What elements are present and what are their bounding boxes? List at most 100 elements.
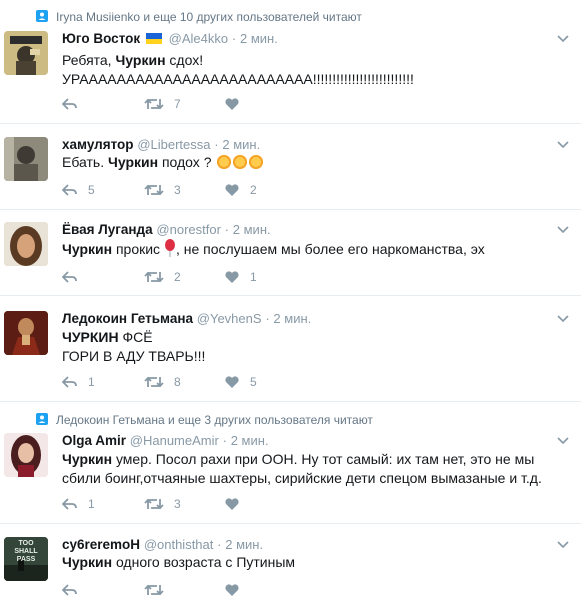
- tweet-text-part: прокис: [112, 241, 161, 257]
- avatar-caption: TOO SHALL PASS: [14, 540, 38, 563]
- person-icon: [36, 413, 48, 425]
- reply-icon: [61, 271, 77, 283]
- timestamp[interactable]: 2 мин.: [231, 433, 269, 448]
- like-button[interactable]: [224, 496, 250, 514]
- timestamp[interactable]: 2 мин.: [233, 222, 271, 237]
- timestamp[interactable]: 2 мин.: [240, 31, 278, 46]
- like-count: 5: [250, 374, 257, 389]
- timestamp[interactable]: 2 мин.: [273, 311, 311, 326]
- tweet[interactable]: TOO SHALL PASS су6reremoH @onthisthat · …: [0, 524, 581, 599]
- reply-button[interactable]: 1: [61, 374, 95, 392]
- reply-count: 1: [88, 496, 95, 511]
- reply-icon: [61, 498, 77, 510]
- timestamp[interactable]: 2 мин.: [225, 537, 263, 552]
- highlight-term: Чуркин: [115, 52, 166, 68]
- reply-button[interactable]: 5: [61, 182, 95, 200]
- user-name[interactable]: хамулятор: [62, 137, 134, 152]
- user-name[interactable]: Ёвая Луганда: [62, 222, 153, 237]
- sun-emoji-icon: [249, 155, 264, 169]
- user-name[interactable]: Ледокоин Гетьмана: [62, 311, 193, 326]
- reply-button[interactable]: [61, 269, 88, 287]
- tweet[interactable]: хамулятор @Libertessa · 2 мин. Ебать. Чу…: [0, 124, 581, 210]
- tweet-text-part: , не послушаем мы более его наркоманства…: [175, 241, 485, 257]
- highlight-term: Чуркин: [62, 451, 113, 467]
- tweet-text-part: Ебать.: [62, 154, 108, 170]
- tweet-text-line: ГОРИ В АДУ ТВАРЬ!!!: [62, 348, 206, 364]
- tweet-header: Юго Восток @Ale4kko · 2 мин.: [62, 31, 278, 46]
- separator: ·: [214, 137, 219, 152]
- tweet[interactable]: Ёвая Луганда @norestfor · 2 мин. Чуркин …: [0, 210, 581, 296]
- avatar[interactable]: [4, 137, 48, 181]
- avatar[interactable]: [4, 311, 48, 355]
- avatar[interactable]: [4, 433, 48, 477]
- context-text[interactable]: Iryna Musiienko и еще 10 других пользова…: [56, 10, 362, 24]
- chevron-down-icon[interactable]: [557, 315, 569, 323]
- retweet-icon: [144, 98, 164, 110]
- user-handle[interactable]: @HanumeAmir: [130, 433, 219, 448]
- timestamp[interactable]: 2 мин.: [222, 137, 260, 152]
- chevron-down-icon[interactable]: [557, 226, 569, 234]
- tweet-text-part: Ребята,: [62, 52, 116, 68]
- tweet-context: Ледокоин Гетьмана и еще 3 других пользов…: [36, 413, 373, 427]
- retweet-button[interactable]: 3: [144, 496, 181, 514]
- reply-count: 5: [88, 182, 95, 197]
- chevron-down-icon[interactable]: [557, 437, 569, 445]
- chevron-down-icon[interactable]: [557, 141, 569, 149]
- like-button[interactable]: [224, 582, 250, 600]
- like-button[interactable]: 2: [224, 182, 257, 200]
- retweet-icon: [144, 271, 164, 283]
- sun-emoji-icon: [233, 155, 248, 169]
- tweet-header: су6reremoH @onthisthat · 2 мин.: [62, 537, 263, 552]
- tweet[interactable]: Iryna Musiienko и еще 10 других пользова…: [0, 0, 581, 124]
- reply-button[interactable]: [61, 96, 88, 114]
- user-handle[interactable]: @Ale4kko: [169, 31, 228, 46]
- tweet-actions: 7: [61, 96, 362, 114]
- context-text[interactable]: Ледокоин Гетьмана и еще 3 других пользов…: [56, 413, 373, 427]
- user-handle[interactable]: @YevhenS: [197, 311, 262, 326]
- user-handle[interactable]: @Libertessa: [137, 137, 210, 152]
- highlight-term: Чуркин: [62, 554, 113, 570]
- balloon-emoji-icon: [164, 239, 175, 257]
- heart-icon: [225, 184, 239, 196]
- like-count: 2: [250, 182, 257, 197]
- like-button[interactable]: [224, 96, 250, 114]
- retweet-button[interactable]: 7: [144, 96, 181, 114]
- avatar[interactable]: TOO SHALL PASS: [4, 537, 48, 581]
- user-name[interactable]: Юго Восток: [62, 31, 140, 46]
- reply-button[interactable]: [61, 582, 88, 600]
- retweet-button[interactable]: 3: [144, 182, 181, 200]
- user-name[interactable]: су6reremoH: [62, 537, 140, 552]
- highlight-term: Чуркин: [108, 154, 159, 170]
- chevron-down-icon[interactable]: [557, 541, 569, 549]
- reply-button[interactable]: 1: [61, 496, 95, 514]
- retweet-icon: [144, 184, 164, 196]
- avatar[interactable]: [4, 31, 48, 75]
- tweet[interactable]: Ледокоин Гетьмана @YevhenS · 2 мин. ЧУРК…: [0, 296, 581, 402]
- tweet-text-part: умер. Посол рахи при ООН. Ну тот самый: …: [112, 451, 535, 467]
- tweet-text: Чуркин умер. Посол рахи при ООН. Ну тот …: [62, 450, 542, 488]
- tweet-actions: [61, 582, 362, 600]
- retweet-icon: [144, 584, 164, 596]
- like-button[interactable]: 5: [224, 374, 257, 392]
- retweet-count: 7: [174, 96, 181, 111]
- retweet-button[interactable]: 2: [144, 269, 181, 287]
- like-button[interactable]: 1: [224, 269, 257, 287]
- heart-icon: [225, 584, 239, 596]
- chevron-down-icon[interactable]: [557, 35, 569, 43]
- avatar[interactable]: [4, 222, 48, 266]
- tweet[interactable]: Ледокоин Гетьмана и еще 3 других пользов…: [0, 402, 581, 524]
- tweet-actions: 1 8 5: [61, 374, 362, 392]
- tweet-text-part: подох ?: [158, 154, 212, 170]
- retweet-button[interactable]: [144, 582, 174, 600]
- retweet-button[interactable]: 8: [144, 374, 181, 392]
- separator: ·: [224, 222, 230, 237]
- person-icon: [36, 10, 48, 22]
- tweet-header: Ледокоин Гетьмана @YevhenS · 2 мин.: [62, 311, 311, 326]
- user-handle[interactable]: @norestfor: [156, 222, 221, 237]
- retweet-count: 3: [174, 496, 181, 511]
- retweet-count: 3: [174, 182, 181, 197]
- user-name[interactable]: Olga Amir: [62, 433, 126, 448]
- reply-icon: [61, 376, 77, 388]
- highlight-term: Чуркин: [62, 241, 113, 257]
- user-handle[interactable]: @onthisthat: [144, 537, 214, 552]
